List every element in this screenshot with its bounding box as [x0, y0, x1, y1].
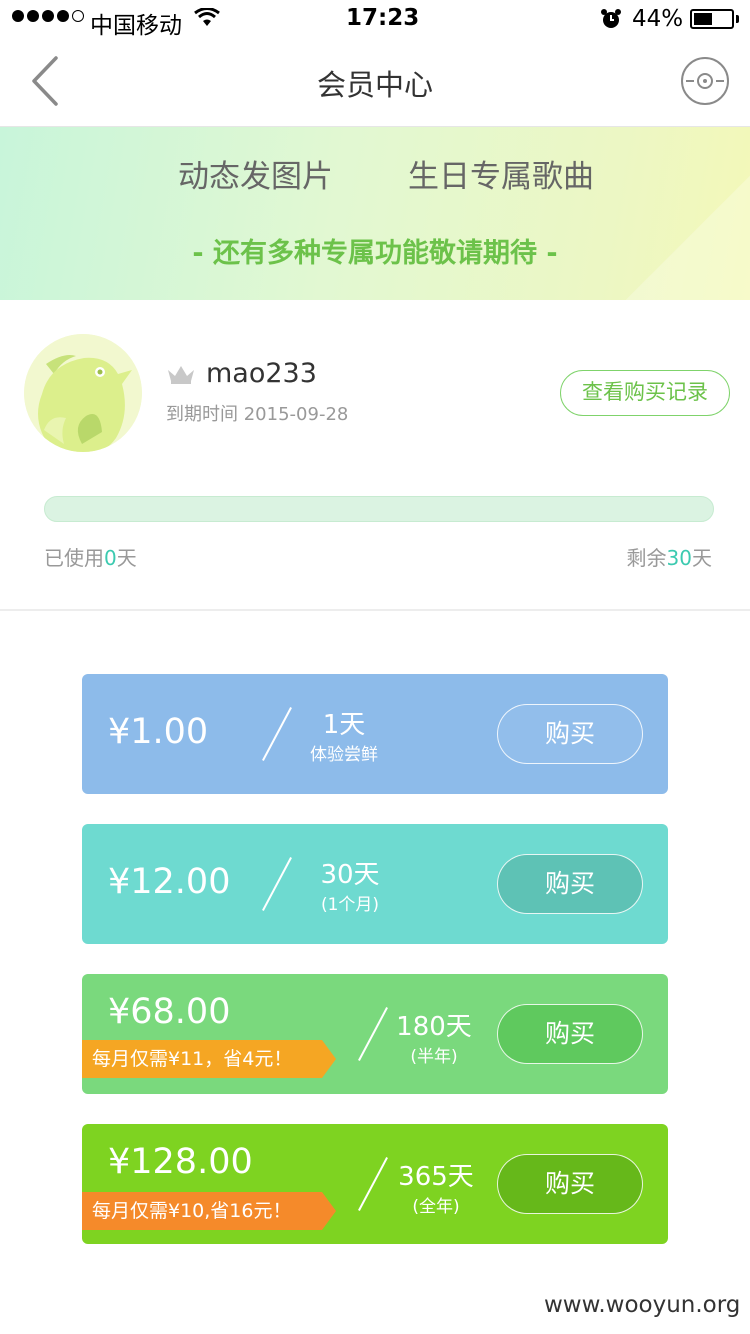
- crown-icon: [168, 366, 194, 384]
- plan-subtitle: 体验尝鲜: [310, 745, 378, 765]
- promo-ribbon: 每月仅需¥10,省16元！: [82, 1192, 336, 1230]
- days-used-value: 0: [104, 546, 117, 570]
- plan-subtitle: (1个月): [320, 895, 380, 915]
- feature-banner[interactable]: 动态发图片 生日专属歌曲 - 还有多种专属功能敬请期待 -: [0, 127, 750, 300]
- section-divider: [0, 609, 750, 611]
- buy-button-365day[interactable]: 购买: [497, 1154, 643, 1214]
- plan-divider: [358, 1007, 388, 1061]
- plan-duration: 180天: [396, 1012, 472, 1042]
- status-bar: 中国移动 17:23 44%: [0, 0, 750, 40]
- avatar[interactable]: [24, 334, 142, 452]
- banner-feature-dynamic-photos: 动态发图片: [178, 159, 333, 195]
- disc-button[interactable]: [680, 56, 730, 106]
- days-used-unit: 天: [116, 546, 137, 570]
- battery-icon: [690, 9, 734, 29]
- plan-card-1day: ¥1.00 1天 体验尝鲜 购买: [82, 674, 668, 794]
- days-used-label: 已使用: [44, 546, 104, 570]
- battery-percentage: 44%: [632, 6, 684, 32]
- plan-subtitle: (半年): [410, 1047, 458, 1067]
- clock: 17:23: [346, 5, 420, 31]
- disc-icon: [681, 57, 729, 105]
- buy-button-180day[interactable]: 购买: [497, 1004, 643, 1064]
- days-remaining-label: 剩余: [626, 546, 667, 570]
- banner-feature-birthday-song: 生日专属歌曲: [408, 159, 594, 195]
- plan-divider: [262, 707, 292, 761]
- watermark: www.wooyun.org: [544, 1292, 741, 1318]
- alarm-icon: [601, 9, 621, 28]
- plan-duration: 365天: [398, 1162, 474, 1192]
- signal-strength-icon: [12, 10, 84, 22]
- plan-card-180day: ¥68.00 每月仅需¥11，省4元！ 180天 (半年) 购买: [82, 974, 668, 1094]
- carrier-name: 中国移动: [90, 13, 182, 39]
- membership-progress-bar: [44, 496, 714, 522]
- days-remaining-unit: 天: [692, 546, 712, 570]
- expiry-date: 2015-09-28: [243, 404, 349, 425]
- days-used: 已使用0天: [44, 542, 137, 571]
- page-title: 会员中心: [316, 68, 433, 102]
- plan-price: ¥68.00: [108, 992, 231, 1032]
- plan-divider: [358, 1157, 388, 1211]
- purchase-history-button[interactable]: 查看购买记录: [560, 370, 730, 416]
- plan-card-365day: ¥128.00 每月仅需¥10,省16元！ 365天 (全年) 购买: [82, 1124, 668, 1244]
- plan-card-30day: ¥12.00 30天 (1个月) 购买: [82, 824, 668, 944]
- plan-divider: [262, 857, 292, 911]
- days-remaining-value: 30: [666, 546, 692, 570]
- plan-price: ¥1.00: [108, 712, 209, 752]
- plan-duration: 1天: [322, 710, 366, 740]
- buy-button-1day[interactable]: 购买: [497, 704, 643, 764]
- promo-ribbon: 每月仅需¥11，省4元！: [82, 1040, 336, 1078]
- plan-subtitle: (全年): [412, 1197, 460, 1217]
- bird-avatar-icon: [24, 334, 142, 452]
- expiry-info: 到期时间 2015-09-28: [166, 400, 348, 426]
- wifi-icon: [194, 8, 220, 26]
- plan-duration: 30天: [320, 860, 380, 890]
- days-remaining: 剩余30天: [560, 542, 712, 571]
- banner-tagline: - 还有多种专属功能敬请期待 -: [192, 238, 558, 269]
- buy-button-30day[interactable]: 购买: [497, 854, 643, 914]
- plan-price: ¥12.00: [108, 862, 231, 902]
- battery-cap: [736, 15, 739, 23]
- plan-price: ¥128.00: [108, 1142, 253, 1182]
- expiry-label: 到期时间: [166, 404, 238, 425]
- username: mao233: [206, 358, 317, 389]
